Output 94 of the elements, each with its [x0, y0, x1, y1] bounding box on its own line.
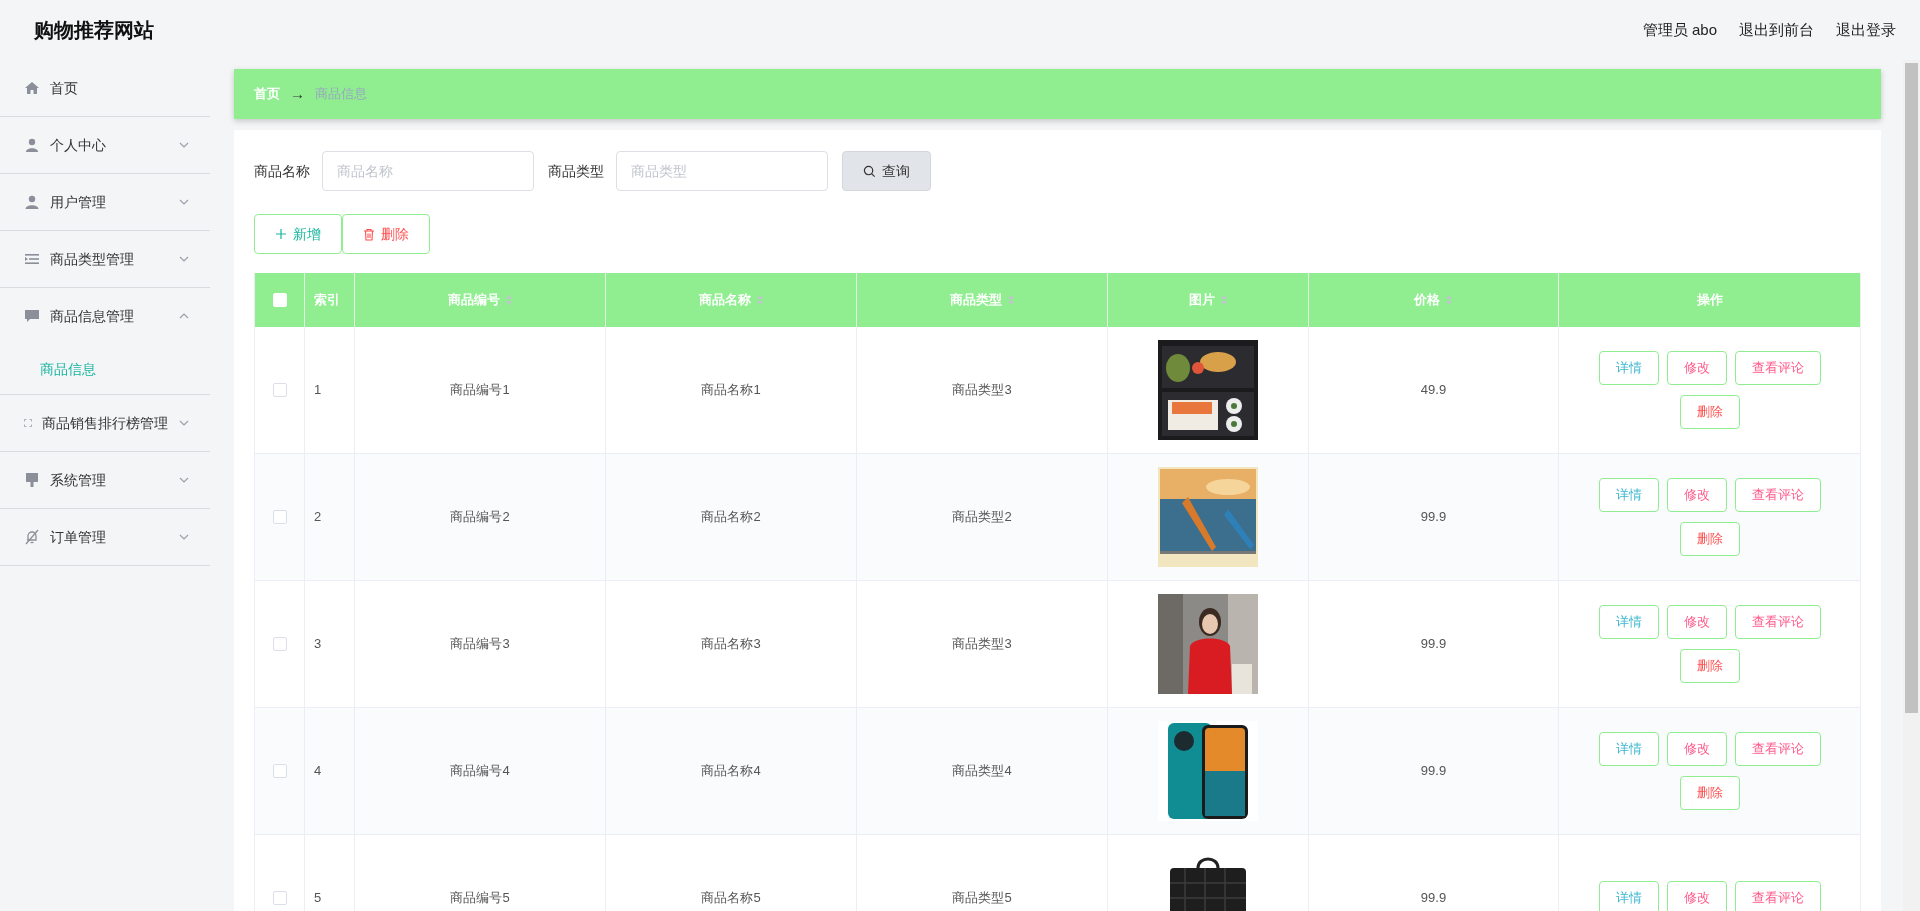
- table-cell-text: 商品编号5: [450, 889, 510, 908]
- comments-button[interactable]: 查看评论: [1734, 732, 1821, 766]
- user-icon: [24, 194, 40, 210]
- sidebar-item[interactable]: 商品类型管理: [0, 231, 210, 287]
- column-header: 图片: [1188, 291, 1215, 310]
- table-cell-text: 99.9: [1420, 508, 1447, 527]
- search-button[interactable]: 查询: [842, 151, 931, 191]
- sidebar-item[interactable]: 首页: [0, 60, 210, 116]
- bell-off-icon: [24, 529, 40, 545]
- search-icon: [863, 164, 876, 178]
- search-field[interactable]: 商品类型: [616, 151, 828, 191]
- column-header: 商品名称: [698, 291, 751, 310]
- list-icon: [24, 251, 40, 267]
- sort-icon[interactable]: [755, 294, 764, 306]
- table-cell-text: 商品类型3: [952, 635, 1012, 654]
- table-cell-text: 商品名称3: [701, 635, 761, 654]
- sort-icon[interactable]: [1445, 294, 1453, 306]
- edit-button[interactable]: 修改: [1666, 478, 1727, 512]
- detail-button[interactable]: 详情: [1598, 351, 1659, 385]
- edit-button[interactable]: 修改: [1666, 605, 1727, 639]
- sidebar-item[interactable]: 个人中心: [0, 117, 210, 173]
- edit-button[interactable]: 修改: [1666, 351, 1727, 385]
- detail-button[interactable]: 详情: [1598, 478, 1659, 512]
- edit-button[interactable]: 修改: [1666, 732, 1727, 766]
- table-cell-text: 商品名称4: [701, 762, 761, 781]
- site-title: 购物推荐网站: [34, 18, 154, 43]
- column-header: 价格: [1414, 291, 1440, 310]
- detail-button[interactable]: 详情: [1598, 881, 1659, 911]
- edit-button[interactable]: 修改: [1666, 881, 1727, 911]
- search-field[interactable]: 商品名称: [322, 151, 534, 191]
- table-cell-text: 商品类型5: [952, 889, 1012, 908]
- delete-button[interactable]: 删除: [1679, 395, 1740, 429]
- user-icon: [24, 137, 40, 153]
- table-cell-text: 99.9: [1420, 635, 1447, 654]
- comments-button[interactable]: 查看评论: [1734, 881, 1821, 911]
- table-cell-text: 商品类型4: [952, 762, 1012, 781]
- table-cell-text: 商品编号2: [450, 508, 510, 527]
- field-label: 商品类型: [548, 161, 604, 181]
- add-button[interactable]: 新增: [254, 214, 342, 254]
- delete-button[interactable]: 删除: [1679, 776, 1740, 810]
- sidebar-item[interactable]: 商品销售排行榜管理: [0, 395, 210, 451]
- comments-button[interactable]: 查看评论: [1734, 478, 1821, 512]
- detail-button[interactable]: 详情: [1598, 732, 1659, 766]
- sort-icon[interactable]: [1006, 294, 1015, 306]
- sort-icon[interactable]: [504, 294, 513, 306]
- plus-icon: [275, 228, 287, 240]
- table-cell-text: 2: [314, 508, 322, 527]
- table-cell-text: 商品名称2: [701, 508, 761, 527]
- detail-button[interactable]: 详情: [1598, 605, 1659, 639]
- header-link[interactable]: 退出到前台: [1739, 18, 1814, 42]
- home-icon: [24, 80, 40, 96]
- brush-icon: [24, 472, 40, 488]
- table-cell-text: 商品名称5: [701, 889, 761, 908]
- header-link[interactable]: 退出登录: [1836, 18, 1896, 42]
- table-cell-text: 3: [314, 635, 322, 654]
- column-header: 索引: [314, 291, 340, 310]
- checkbox[interactable]: [272, 637, 287, 651]
- table-cell-text: 商品编号3: [450, 635, 510, 654]
- table-cell-text: 商品类型3: [952, 381, 1012, 400]
- table-cell-text: 商品编号1: [450, 381, 510, 400]
- table-cell-text: 商品类型2: [952, 508, 1012, 527]
- column-header: 商品类型: [949, 291, 1002, 310]
- checkbox[interactable]: [272, 891, 287, 905]
- admin-user-link[interactable]: 管理员 abo: [1642, 18, 1717, 42]
- sort-icon[interactable]: [1219, 294, 1228, 306]
- delete-button[interactable]: 删除: [1679, 522, 1740, 556]
- table-cell-text: 4: [314, 762, 322, 781]
- submenu-item[interactable]: 商品信息: [0, 344, 210, 394]
- sidebar-item[interactable]: 系统管理: [0, 452, 210, 508]
- comments-button[interactable]: 查看评论: [1734, 605, 1821, 639]
- breadcrumb-separator: →: [290, 83, 305, 104]
- comments-button[interactable]: 查看评论: [1734, 351, 1821, 385]
- table-cell-text: 商品名称1: [701, 381, 761, 400]
- trash-icon: [363, 227, 375, 241]
- chat-icon: [24, 308, 40, 324]
- table-cell-text: 99.9: [1420, 889, 1447, 908]
- sidebar-item[interactable]: 订单管理: [0, 509, 210, 565]
- scrollbar[interactable]: [1903, 60, 1920, 911]
- column-header: 商品编号: [447, 291, 500, 310]
- field-label: 商品名称: [254, 161, 310, 181]
- sidebar-item[interactable]: 商品信息管理: [0, 288, 210, 344]
- checkbox[interactable]: [272, 510, 287, 524]
- delete-button[interactable]: 删除: [1679, 649, 1740, 683]
- table-cell-text: 99.9: [1420, 762, 1447, 781]
- table-cell-text: 49.9: [1420, 381, 1447, 400]
- table-cell-text: 5: [314, 889, 322, 908]
- breadcrumb-current: 商品信息: [315, 85, 367, 104]
- checkbox[interactable]: [272, 764, 287, 778]
- sidebar-item[interactable]: 用户管理: [0, 174, 210, 230]
- checkbox[interactable]: [272, 383, 287, 397]
- table-cell-text: 1: [314, 381, 322, 400]
- delete-button[interactable]: 删除: [342, 214, 430, 254]
- table-cell-text: 商品编号4: [450, 762, 510, 781]
- column-header: 操作: [1696, 291, 1723, 310]
